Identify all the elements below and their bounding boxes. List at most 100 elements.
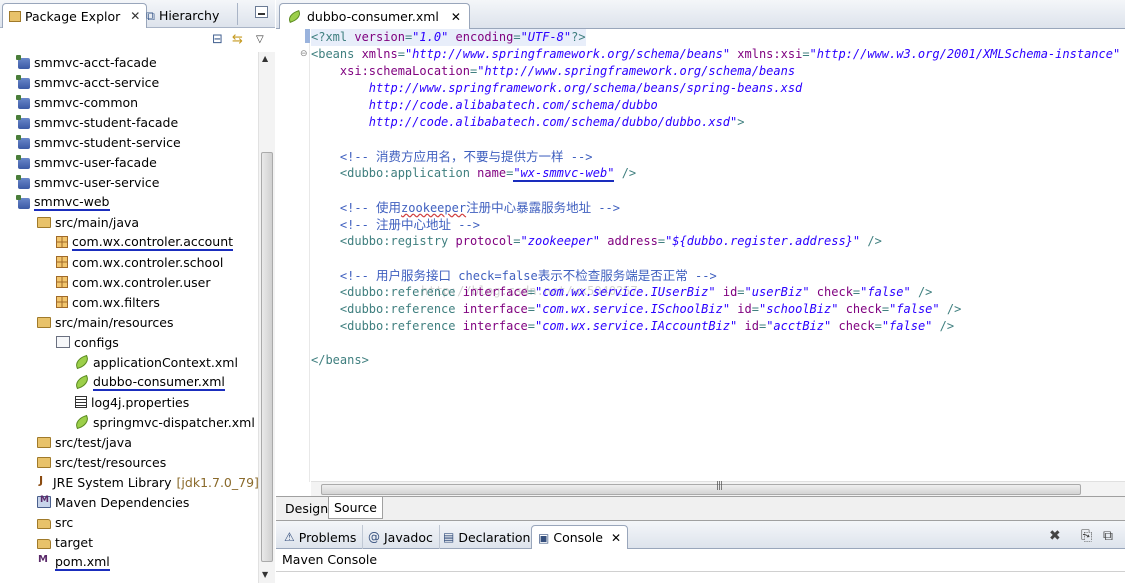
code-line[interactable]: <beans xmlns="http://www.springframework… (311, 46, 1120, 63)
code-token: "UTF-8" (520, 30, 572, 44)
close-icon[interactable]: ✕ (611, 531, 621, 545)
code-token: "http://www.springframework.org/schema/b… (477, 64, 796, 78)
scroll-up-arrow-icon[interactable]: ▲ (262, 54, 268, 63)
code-token: <beans (311, 47, 362, 61)
link-with-editor-icon[interactable]: ⇆ (232, 32, 243, 47)
project-icon (16, 154, 30, 169)
code-line[interactable]: <!-- 注册中心地址 --> (311, 216, 480, 233)
tree-item[interactable]: com.wx.controler.account (56, 232, 234, 252)
tree-item[interactable]: smmvc-common (16, 92, 138, 112)
tab-design-label: Design (285, 500, 329, 516)
code-line[interactable]: <dubbo:registry protocol="zookeeper" add… (311, 233, 882, 250)
tab-package-explorer[interactable]: Package Explor ✕ (2, 3, 148, 28)
tree-item[interactable]: applicationContext.xml (73, 352, 238, 372)
code-token: 表示不检查服务端是否正常 (537, 268, 688, 283)
tree-item[interactable]: smmvc-user-facade (16, 152, 157, 172)
code-line[interactable]: <dubbo:application name="wx-smmvc-web" /… (311, 165, 636, 182)
tree-item[interactable]: src/main/resources (37, 312, 173, 332)
code-token: <dubbo:reference (311, 302, 463, 316)
tab-problems[interactable]: ⚠ Problems (278, 525, 364, 549)
clear-console-icon[interactable]: ⎘ (1081, 528, 1092, 544)
scrollbar-thumb[interactable] (321, 484, 1081, 495)
code-token: interface (462, 302, 528, 316)
console-icon: ▣ (538, 530, 550, 545)
console-output[interactable] (276, 571, 1125, 583)
code-line[interactable]: </beans> (311, 352, 369, 369)
tree-item[interactable]: target (37, 532, 93, 552)
tree-item[interactable]: smmvc-user-service (16, 172, 159, 192)
code-token: = (513, 30, 521, 44)
tab-javadoc-label: Javadoc (384, 529, 433, 545)
editor-tab-dubbo-consumer[interactable]: dubbo-consumer.xml ✕ (279, 3, 470, 29)
code-line[interactable]: <?xml version="1.0" encoding="UTF-8"?> (311, 29, 586, 46)
tree-item[interactable]: smmvc-acct-facade (16, 52, 157, 72)
view-menu-icon[interactable]: ▽ (256, 34, 264, 45)
tree-item[interactable]: src/test/resources (37, 452, 166, 472)
tab-console[interactable]: ▣ Console ✕ (531, 525, 629, 549)
scrollbar-thumb[interactable] (261, 152, 273, 562)
source-folder-icon (37, 216, 51, 228)
code-line[interactable]: xsi:schemaLocation="http://www.springfra… (311, 63, 795, 80)
tree-item[interactable]: log4j.properties (75, 392, 189, 412)
tree-item[interactable]: JRE System Library[jdk1.7.0_79] (37, 472, 258, 492)
editor-gutter[interactable]: ⊖ (276, 29, 310, 482)
code-token: http://www.springframework.org/schema/be… (311, 81, 803, 95)
scroll-lock-icon[interactable]: ⧉ (1103, 528, 1113, 544)
tab-design[interactable]: Design (280, 497, 335, 519)
tree-item[interactable]: smmvc-acct-service (16, 72, 159, 92)
tree-item[interactable]: configs (56, 332, 119, 352)
remove-launch-icon[interactable]: ✖ (1049, 528, 1061, 544)
code-token: = (527, 319, 535, 333)
tree-item[interactable]: src/test/java (37, 432, 132, 452)
tree-item[interactable]: Maven Dependencies (37, 492, 189, 512)
tree-vertical-scrollbar[interactable]: ▲ ▼ (258, 52, 275, 583)
tree-item[interactable]: com.wx.filters (56, 292, 160, 312)
tree-item[interactable]: dubbo-consumer.xml (73, 372, 225, 392)
tab-package-explorer-label: Package Explor (25, 8, 121, 24)
code-line[interactable]: <!-- 使用zookeeper注册中心暴露服务地址 --> (311, 199, 620, 216)
tree-item[interactable]: smmvc-student-service (16, 132, 181, 152)
code-token: id (737, 302, 752, 316)
code-line[interactable]: http://code.alibabatech.com/schema/dubbo (311, 97, 658, 114)
maven-pom-icon (37, 554, 51, 569)
close-icon[interactable]: ✕ (130, 9, 140, 23)
code-line[interactable]: <dubbo:reference interface="com.wx.servi… (311, 301, 961, 318)
tree-item[interactable]: com.wx.controler.school (56, 252, 223, 272)
tree-item[interactable]: springmvc-dispatcher.xml (73, 412, 255, 432)
tree-item[interactable]: com.wx.controler.user (56, 272, 211, 292)
source-folder-icon (37, 436, 51, 448)
code-line[interactable]: <dubbo:reference interface="com.wx.servi… (311, 318, 954, 335)
scroll-down-arrow-icon[interactable]: ▼ (262, 570, 268, 579)
source-folder-icon (37, 316, 51, 328)
fold-toggle-icon[interactable]: ⊖ (300, 49, 309, 59)
code-line[interactable]: <!-- 用户服务接口 check=false表示不检查服务端是否正常 --> (311, 267, 717, 284)
code-line[interactable]: <dubbo:reference interface="com.wx.servi… (311, 284, 933, 301)
tab-hierarchy[interactable]: ⧉ Hierarchy (140, 3, 225, 28)
code-line[interactable]: http://www.springframework.org/schema/be… (311, 80, 802, 97)
code-token: "http://www.springframework.org/schema/b… (404, 47, 731, 61)
tab-source[interactable]: Source (328, 497, 383, 519)
tree-item[interactable]: src/main/java (37, 212, 139, 232)
code-area[interactable]: http://blog.csdn.net/wx5040257 <?xml ver… (311, 29, 1125, 482)
code-token: /> (614, 166, 637, 180)
tab-declaration[interactable]: ▤ Declaration (437, 525, 538, 549)
code-line[interactable]: <!-- 消费方应用名，不要与提供方一样 --> (311, 148, 593, 165)
editor-horizontal-scrollbar[interactable]: ||| (311, 481, 1125, 496)
tree-item-label: smmvc-user-facade (34, 154, 157, 170)
code-token: --> (563, 150, 593, 164)
tree-item[interactable]: pom.xml (37, 552, 110, 572)
tree-item[interactable]: smmvc-student-facade (16, 112, 178, 132)
close-icon[interactable]: ✕ (451, 10, 461, 24)
tree-item[interactable]: src (37, 512, 73, 532)
code-token: check (838, 319, 875, 333)
tree-item[interactable]: smmvc-web (16, 192, 110, 212)
code-line[interactable]: http://code.alibabatech.com/schema/dubbo… (311, 114, 745, 131)
code-token: http://code.alibabatech.com/schema/dubbo (311, 98, 658, 112)
minimize-icon[interactable] (255, 6, 268, 18)
tab-javadoc[interactable]: @ Javadoc (362, 525, 440, 549)
code-token: </beans> (311, 353, 369, 367)
javadoc-icon: @ (368, 530, 380, 544)
collapse-all-icon[interactable]: ⊟ (212, 32, 223, 47)
tree-item-label: applicationContext.xml (93, 354, 238, 370)
